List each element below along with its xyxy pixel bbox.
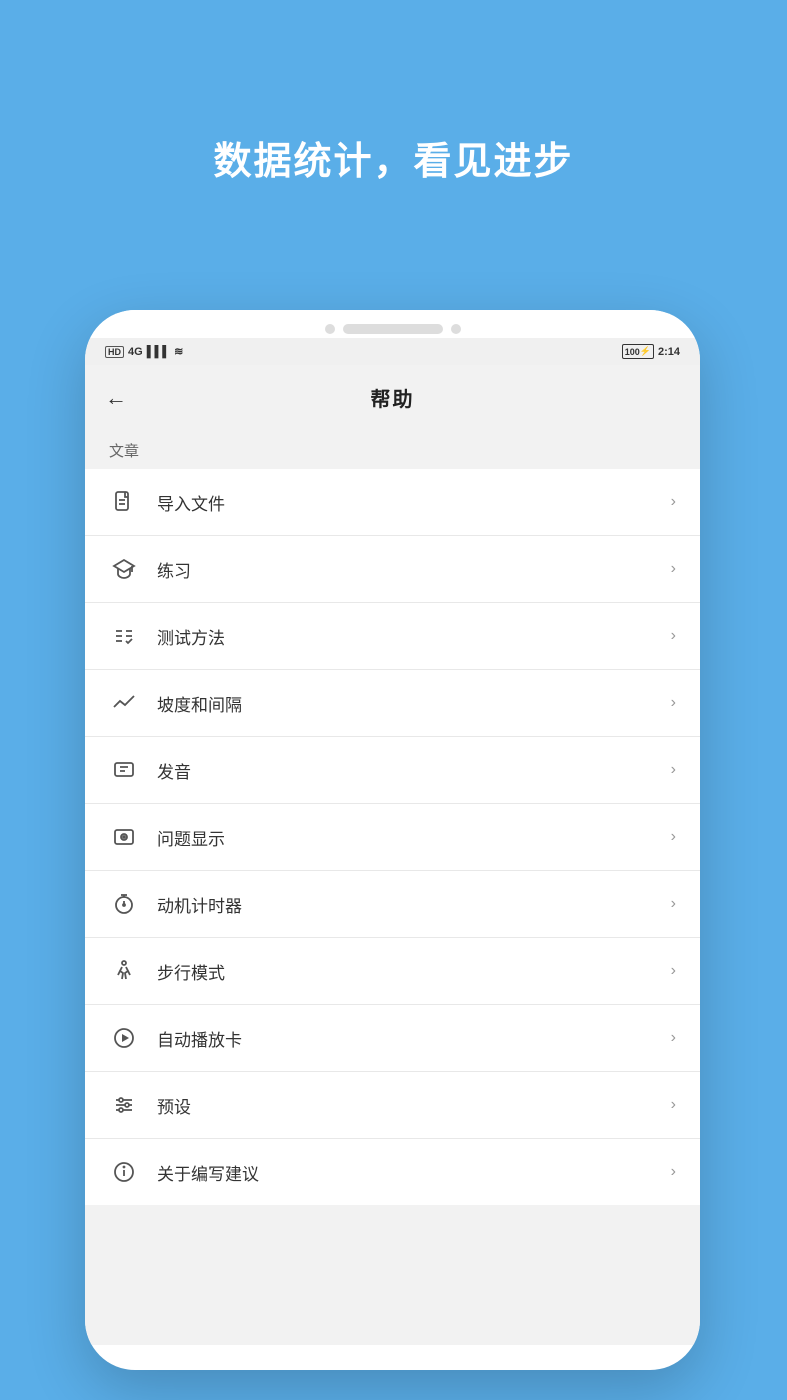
app-header: ← 帮助 [85, 365, 700, 430]
menu-item-motivation-timer[interactable]: 动机计时器 › [85, 871, 700, 938]
menu-label-problem-display: 问题显示 [157, 825, 671, 850]
arrow-icon: › [671, 962, 676, 980]
arrow-icon: › [671, 493, 676, 511]
menu-item-import-file[interactable]: 导入文件 › [85, 469, 700, 536]
menu-label-test-method: 测试方法 [157, 624, 671, 649]
section-label: 文章 [85, 430, 700, 469]
phone-top-bar [85, 310, 700, 338]
menu-label-pronunciation: 发音 [157, 758, 671, 783]
chart-icon [109, 688, 139, 718]
signal-4g: 4G [128, 346, 143, 358]
menu-label-motivation-timer: 动机计时器 [157, 892, 671, 917]
menu-item-pronunciation[interactable]: 发音 › [85, 737, 700, 804]
menu-item-test-method[interactable]: 测试方法 › [85, 603, 700, 670]
status-left: HD 4G ▌▌▌ ≋ [105, 345, 183, 358]
phone-frame: HD 4G ▌▌▌ ≋ 100⚡ 2:14 ← 帮助 文章 [85, 310, 700, 1370]
walk-icon [109, 956, 139, 986]
signal-bars: ▌▌▌ [147, 346, 170, 358]
menu-label-import-file: 导入文件 [157, 490, 671, 515]
menu-list: 导入文件 › 练习 › 测试方法 › [85, 469, 700, 1205]
app-content: ← 帮助 文章 导入文件 › [85, 365, 700, 1345]
menu-item-walking-mode[interactable]: 步行模式 › [85, 938, 700, 1005]
play-icon [109, 1023, 139, 1053]
arrow-icon: › [671, 1096, 676, 1114]
status-right: 100⚡ 2:14 [622, 344, 680, 359]
menu-item-auto-play[interactable]: 自动播放卡 › [85, 1005, 700, 1072]
chat-icon [109, 755, 139, 785]
menu-label-practice: 练习 [157, 557, 671, 582]
menu-label-writing-tips: 关于编写建议 [157, 1160, 671, 1185]
timer-icon [109, 889, 139, 919]
menu-item-problem-display[interactable]: 问题显示 › [85, 804, 700, 871]
menu-label-auto-play: 自动播放卡 [157, 1026, 671, 1051]
test-icon [109, 621, 139, 651]
hd-badge: HD [105, 346, 124, 358]
eye-icon [109, 822, 139, 852]
file-icon [109, 487, 139, 517]
graduation-icon [109, 554, 139, 584]
arrow-icon: › [671, 694, 676, 712]
menu-label-walking-mode: 步行模式 [157, 959, 671, 984]
arrow-icon: › [671, 560, 676, 578]
arrow-icon: › [671, 1029, 676, 1047]
time-display: 2:14 [658, 346, 680, 358]
wifi-icon: ≋ [174, 345, 183, 358]
menu-item-writing-tips[interactable]: 关于编写建议 › [85, 1139, 700, 1205]
arrow-icon: › [671, 761, 676, 779]
status-bar: HD 4G ▌▌▌ ≋ 100⚡ 2:14 [85, 338, 700, 365]
menu-item-practice[interactable]: 练习 › [85, 536, 700, 603]
sliders-icon [109, 1090, 139, 1120]
arrow-icon: › [671, 1163, 676, 1181]
page-background: 数据统计，看见进步 HD 4G ▌▌▌ ≋ 100⚡ 2:14 [0, 0, 787, 1400]
menu-label-slope-interval: 坡度和间隔 [157, 691, 671, 716]
page-title: 数据统计，看见进步 [0, 0, 787, 185]
battery-indicator: 100⚡ [622, 344, 654, 359]
phone-camera-dot [325, 324, 335, 334]
menu-label-presets: 预设 [157, 1093, 671, 1118]
info-icon [109, 1157, 139, 1187]
header-title: 帮助 [371, 383, 415, 412]
back-button[interactable]: ← [105, 385, 127, 411]
phone-sensor-dot [451, 324, 461, 334]
menu-item-slope-interval[interactable]: 坡度和间隔 › [85, 670, 700, 737]
menu-item-presets[interactable]: 预设 › [85, 1072, 700, 1139]
phone-speaker [343, 324, 443, 334]
arrow-icon: › [671, 627, 676, 645]
arrow-icon: › [671, 895, 676, 913]
arrow-icon: › [671, 828, 676, 846]
